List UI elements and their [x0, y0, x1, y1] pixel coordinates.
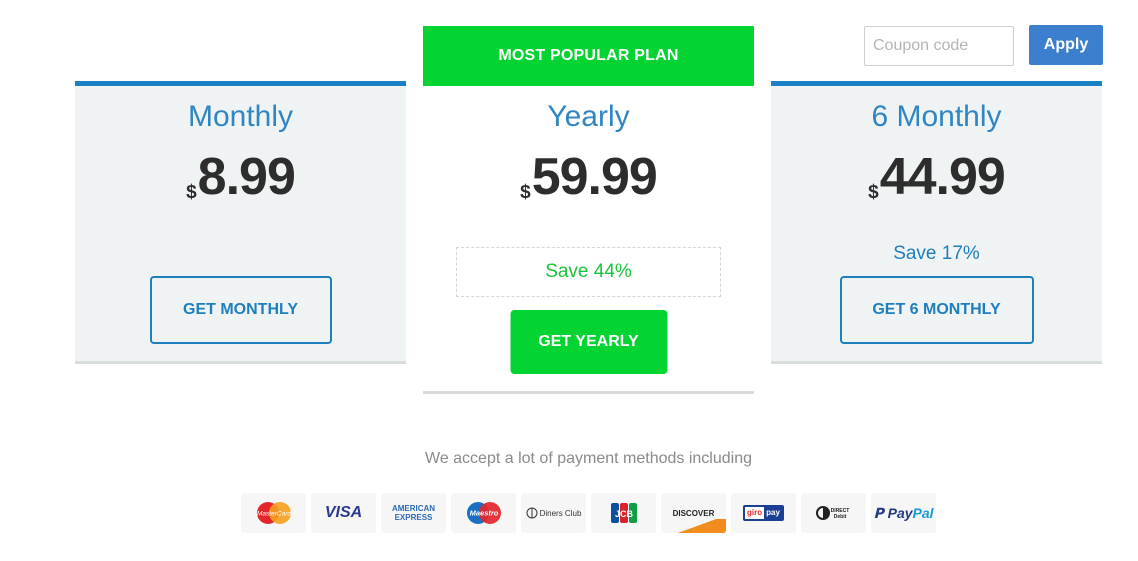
- price-amount: 8.99: [197, 148, 296, 206]
- discover-logo-text: DISCOVER: [672, 508, 715, 518]
- currency-symbol: $: [868, 182, 879, 203]
- apply-coupon-button[interactable]: Apply: [1029, 25, 1103, 65]
- diners-circle-icon: [526, 507, 538, 519]
- get-6-monthly-button[interactable]: GET 6 MONTHLY: [839, 276, 1034, 344]
- american-express-icon: AMERICAN EXPRESS: [381, 493, 446, 533]
- mastercard-icon: MasterCard: [241, 493, 306, 533]
- direct-debit-icon: DIRECT Debit: [801, 493, 866, 533]
- direct-debit-logo-line2: Debit: [833, 514, 846, 520]
- giropay-logo-right: pay: [764, 507, 782, 519]
- maestro-icon: Maestro: [451, 493, 516, 533]
- plan-card-6-monthly: 6 Monthly $44.99 Save 17% GET 6 MONTHLY: [771, 81, 1102, 364]
- plan-price: $44.99: [771, 149, 1102, 221]
- jcb-icon: JCB: [591, 493, 656, 533]
- amex-logo-line1: AMERICAN: [391, 504, 436, 513]
- savings-text: Save 17%: [893, 243, 980, 264]
- get-yearly-button[interactable]: GET YEARLY: [510, 310, 667, 374]
- giropay-icon: giro pay: [731, 493, 796, 533]
- plan-price: $59.99: [423, 149, 754, 221]
- plan-card-monthly: Monthly $8.99 GET MONTHLY: [75, 81, 406, 364]
- diners-logo-text: Diners Club: [539, 508, 582, 518]
- amex-logo-line2: EXPRESS: [394, 513, 433, 522]
- visa-icon: VISA: [311, 493, 376, 533]
- mastercard-logo-text: MasterCard: [257, 511, 291, 518]
- maestro-logo-text: Maestro: [469, 509, 498, 518]
- paypal-logo-part1: Pay: [887, 504, 913, 521]
- currency-symbol: $: [520, 182, 531, 203]
- jcb-logo-text: JCB: [614, 509, 633, 519]
- coupon-code-input[interactable]: [864, 26, 1014, 66]
- savings-badge: Save 44%: [456, 247, 721, 297]
- discover-swoosh: [676, 519, 726, 533]
- price-amount: 44.99: [879, 148, 1006, 206]
- get-monthly-button[interactable]: GET MONTHLY: [149, 276, 332, 344]
- diners-club-icon: Diners Club: [521, 493, 586, 533]
- visa-logo-text: VISA: [324, 504, 363, 521]
- price-amount: 59.99: [531, 148, 658, 206]
- plan-price: $8.99: [75, 149, 406, 221]
- most-popular-banner: MOST POPULAR PLAN: [423, 26, 754, 86]
- plan-name: Yearly: [547, 100, 630, 133]
- plan-name: Monthly: [187, 100, 294, 133]
- paypal-logo-p1: 𝗣: [873, 504, 884, 521]
- paypal-icon: 𝗣 PayPal: [871, 493, 936, 533]
- plan-name: 6 Monthly: [871, 100, 1002, 133]
- plan-card-yearly: MOST POPULAR PLAN Yearly $59.99 Save 44%…: [423, 26, 754, 394]
- payment-methods-caption: We accept a lot of payment methods inclu…: [425, 450, 752, 467]
- giropay-logo-left: giro: [745, 507, 765, 519]
- paypal-logo-part2: Pal: [912, 504, 934, 521]
- currency-symbol: $: [186, 182, 197, 203]
- discover-icon: DISCOVER: [661, 493, 726, 533]
- payment-methods-list: MasterCard VISA AMERICAN EXPRESS Maestro…: [241, 493, 936, 533]
